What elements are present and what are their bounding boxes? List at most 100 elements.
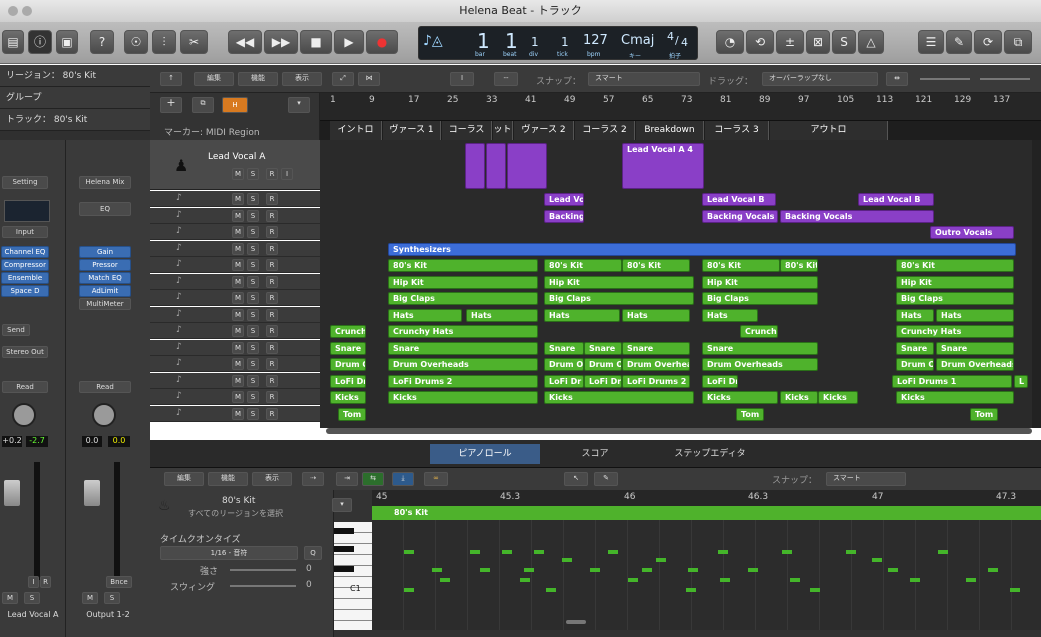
toolbar-button-1[interactable]: ☉ (124, 30, 148, 54)
solo-button[interactable]: S (247, 168, 259, 180)
zoom-fit-button[interactable]: ⇹ (886, 72, 908, 86)
region[interactable]: Crunchy Hats (896, 325, 1014, 338)
region[interactable]: Hats (896, 308, 934, 322)
record-enable-button[interactable]: R (266, 259, 278, 271)
input-slot[interactable]: Input (2, 226, 48, 238)
midi-note[interactable] (688, 568, 698, 572)
solo-button[interactable]: S (247, 341, 259, 354)
region[interactable]: L (1014, 374, 1028, 388)
solo-button[interactable]: S (247, 407, 259, 420)
plugin-slot[interactable]: Ensemble (1, 272, 49, 284)
region[interactable]: Drum Overhea (622, 358, 690, 371)
region[interactable]: LoFi Dr (584, 374, 622, 388)
region[interactable]: Big Claps (896, 292, 1014, 305)
track-header[interactable]: ♪ M S R (150, 323, 320, 339)
mute-button[interactable]: M (232, 325, 244, 337)
piano-keyboard[interactable] (334, 522, 372, 630)
editor-edit-menu[interactable]: 編集 (164, 472, 204, 486)
editor-button[interactable]: ✂ (180, 30, 208, 54)
region[interactable]: Kicks (780, 391, 818, 404)
editor-catch-button[interactable]: ⇢ (302, 472, 324, 486)
solo-button[interactable]: S (247, 292, 259, 304)
record-enable-button[interactable]: R (266, 242, 278, 255)
toolbar-button-2[interactable]: ◔ (716, 30, 744, 54)
track-header[interactable]: ♪ M S R (150, 306, 320, 323)
mute-button[interactable]: M (2, 592, 18, 604)
midi-note[interactable] (846, 550, 856, 554)
midi-note[interactable] (524, 568, 534, 572)
record-enable-button[interactable]: R (266, 168, 278, 180)
mute-button[interactable]: M (232, 242, 244, 255)
region[interactable]: Snare (702, 341, 818, 355)
record-enable-button[interactable]: R (266, 407, 278, 420)
region[interactable]: Drum O (330, 358, 366, 371)
pointer-tool[interactable]: I (450, 72, 474, 86)
tab-score[interactable]: スコア (540, 444, 650, 464)
smart-controls-button[interactable]: ▣ (56, 30, 78, 54)
plugin-slot[interactable]: AdLimit (79, 285, 131, 297)
bar-ruler[interactable]: 1 9 17 25 33 41 49 57 65 73 81 89 97 105 113 121 129 137 (320, 93, 1041, 121)
tab-step-editor[interactable]: ステップエディタ (650, 444, 770, 464)
track-header[interactable]: ♪ M S R (150, 240, 320, 257)
lcd-display[interactable]: ♪◬ 1 1 1 1 127 Cmaj 4 / 4 bar beat div t… (418, 26, 698, 60)
volume-fader[interactable] (4, 480, 20, 506)
eq-button[interactable]: EQ (79, 202, 131, 216)
midi-note[interactable] (628, 578, 638, 582)
region[interactable]: Big Claps (702, 292, 818, 305)
midi-note[interactable] (590, 568, 600, 572)
track-header[interactable]: ♪ M S R (150, 389, 320, 405)
midi-note[interactable] (872, 558, 882, 562)
region[interactable]: LoFi Dru (330, 374, 366, 388)
track-header[interactable]: ♪ M S R (150, 405, 320, 422)
editor-view-menu[interactable]: 表示 (252, 472, 292, 486)
region[interactable]: Kicks (544, 391, 694, 404)
inspector-track-header[interactable]: トラック： 80's Kit (0, 109, 150, 131)
horizontal-zoom-slider[interactable] (980, 78, 1030, 80)
region[interactable]: Big Claps (388, 292, 538, 305)
midi-note[interactable] (546, 588, 556, 592)
mute-button[interactable]: M (232, 374, 244, 387)
mute-button[interactable]: M (232, 226, 244, 238)
region[interactable]: LoFi Dr (544, 374, 584, 388)
metronome-button[interactable]: △ (858, 30, 884, 54)
marker[interactable]: ヴァース 1 (383, 121, 441, 140)
region[interactable]: Drum O (584, 358, 622, 371)
solo-button[interactable]: S (247, 242, 259, 255)
list-button[interactable]: ☰ (918, 30, 944, 54)
marker[interactable]: Breakdown (636, 121, 704, 140)
inspector-group-header[interactable]: グループ (0, 87, 150, 109)
midi-note[interactable] (720, 578, 730, 582)
region[interactable]: Hats (702, 308, 758, 322)
flex-button[interactable]: ⋈ (358, 72, 380, 86)
vertical-zoom-slider[interactable] (920, 78, 970, 80)
region[interactable]: Backing (544, 209, 584, 223)
midi-note[interactable] (686, 588, 696, 592)
record-enable-button[interactable]: R (266, 374, 278, 387)
region[interactable]: Snare (544, 341, 584, 355)
strength-slider[interactable] (230, 569, 296, 571)
region[interactable]: Hats (544, 308, 620, 322)
region[interactable]: Crunch (740, 325, 778, 338)
audio-region[interactable] (507, 143, 547, 189)
marker[interactable]: イントロ (330, 121, 382, 140)
region[interactable]: Hip Kit (544, 275, 694, 289)
midi-out-button[interactable]: ⇆ (362, 472, 384, 486)
midi-note[interactable] (642, 568, 652, 572)
region[interactable]: Backing Vocals (780, 209, 934, 223)
mute-button[interactable]: M (232, 407, 244, 420)
solo-button[interactable]: S (24, 592, 40, 604)
region[interactable]: LoFi Dr (702, 374, 738, 388)
input-monitor-button[interactable]: I (28, 576, 39, 588)
region[interactable]: Snare (936, 341, 1014, 355)
solo-button[interactable]: S (247, 226, 259, 238)
loop-link-icon[interactable]: ∞ (424, 472, 448, 486)
record-enable-button[interactable]: R (266, 308, 278, 321)
region[interactable]: LoFi Drums 2 (622, 374, 690, 388)
track-header[interactable]: ♪ M S R (150, 273, 320, 290)
marker[interactable]: コーラス 2 (575, 121, 635, 140)
region[interactable]: Snare (584, 341, 622, 355)
eq-display[interactable] (4, 200, 50, 222)
region[interactable]: Hip Kit (388, 275, 538, 289)
tracks-scrollbar[interactable] (1032, 140, 1041, 428)
solo-button[interactable]: S (247, 259, 259, 271)
